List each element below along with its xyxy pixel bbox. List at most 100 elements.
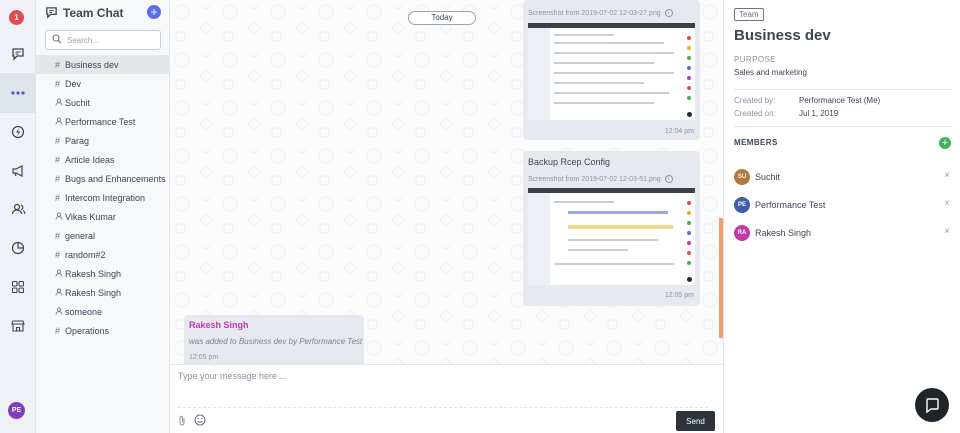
support-chat-button[interactable]: [915, 388, 949, 422]
sidebar-item-channel[interactable]: # Parag: [36, 131, 170, 150]
hash-icon: #: [55, 192, 61, 203]
people-icon[interactable]: [0, 195, 36, 223]
screenshot-thumbnail[interactable]: [528, 23, 695, 120]
sidebar-item-label: Rakesh Singh: [65, 268, 122, 279]
member-row[interactable]: PE Performance Test ×: [734, 196, 954, 214]
channel-sidebar: Team Chat + # Business dev # Dev Suchit Perfo…: [36, 0, 170, 433]
sender-name[interactable]: Rakesh Singh: [189, 320, 249, 330]
camera-icon: [686, 276, 693, 283]
add-member-button[interactable]: +: [939, 137, 951, 149]
attachment-icon[interactable]: [178, 415, 186, 428]
sidebar-item-channel[interactable]: Rakesh Singh: [36, 264, 170, 283]
channel-type-tag: Team: [734, 8, 764, 21]
hash-icon: #: [55, 78, 61, 89]
sidebar-item-label: Business dev: [65, 59, 119, 70]
remove-member-icon[interactable]: ×: [944, 170, 950, 181]
sidebar-item-label: Article Ideas: [65, 154, 115, 165]
sidebar-item-label: Vikas Kumar: [65, 211, 116, 222]
sidebar-item-label: Intercom Integration: [65, 192, 146, 203]
sidebar-item-channel[interactable]: # Article Ideas: [36, 150, 170, 169]
purpose-label: PURPOSE: [734, 55, 776, 64]
hash-icon: #: [55, 154, 61, 165]
chat-bubble-icon: [926, 398, 939, 413]
sidebar-item-channel[interactable]: Suchit: [36, 93, 170, 112]
sidebar-item-label: Parag: [65, 135, 90, 146]
sidebar-item-channel[interactable]: # random#2: [36, 245, 170, 264]
member-row[interactable]: SU Suchit ×: [734, 168, 954, 186]
user-icon: [55, 211, 65, 222]
sidebar-item-label: Suchit: [65, 97, 91, 108]
sidebar-item-label: general: [65, 230, 96, 241]
emoji-icon[interactable]: [194, 414, 206, 428]
bolt-icon[interactable]: [0, 118, 36, 146]
created-by-label: Created by:: [734, 96, 776, 105]
info-icon[interactable]: i: [664, 175, 673, 183]
megaphone-icon[interactable]: [0, 157, 36, 185]
member-row[interactable]: RA Rakesh Singh ×: [734, 224, 954, 242]
sidebar-item-channel[interactable]: Performance Test: [36, 112, 170, 131]
system-message: Rakesh Singh was added to Business dev b…: [184, 315, 364, 367]
chat-area: Today Screenshot from 2019-07-02 12-03-2…: [170, 0, 723, 433]
sidebar-item-channel[interactable]: Rakesh Singh: [36, 283, 170, 302]
message-time: 12:05 pm: [664, 292, 694, 299]
channel-list: # Business dev # Dev Suchit Performance Test #…: [36, 55, 170, 340]
sidebar-item-label: random#2: [65, 249, 106, 260]
sidebar-item-label: Dev: [65, 78, 82, 89]
chat-icon[interactable]: [0, 40, 36, 68]
sidebar-item-channel[interactable]: # Intercom Integration: [36, 188, 170, 207]
created-by-value: Performance Test (Me): [799, 96, 881, 105]
sidebar-item-label: Performance Test: [65, 116, 136, 127]
user-icon: [55, 306, 65, 317]
sidebar-item-channel[interactable]: Vikas Kumar: [36, 207, 170, 226]
member-name: Suchit: [755, 172, 781, 182]
sidebar-item-channel[interactable]: someone: [36, 302, 170, 321]
attachment-caption: Screenshot from 2019-07-02 12-03-51.png i: [528, 175, 673, 183]
user-icon: [55, 287, 65, 298]
message-time: 12:04 pm: [664, 128, 694, 135]
store-icon[interactable]: [0, 312, 36, 340]
remove-member-icon[interactable]: ×: [944, 198, 950, 209]
sidebar-item-label: Operations: [65, 325, 110, 336]
hash-icon: #: [55, 59, 61, 70]
search-input[interactable]: [67, 35, 157, 45]
message-composer: Send: [170, 364, 723, 433]
member-avatar: PE: [734, 197, 750, 213]
message-bubble[interactable]: Screenshot from 2019-07-02 12-03-27.png i…: [523, 0, 700, 140]
user-icon: [55, 97, 65, 108]
send-button[interactable]: Send: [676, 411, 715, 431]
message-time: 12:05 pm: [189, 354, 219, 361]
user-icon: [55, 268, 65, 279]
hash-icon: #: [55, 173, 61, 184]
add-channel-button[interactable]: +: [147, 5, 161, 19]
hash-icon: #: [55, 325, 61, 336]
hash-icon: #: [55, 135, 61, 146]
sidebar-item-channel[interactable]: # general: [36, 226, 170, 245]
sidebar-item-channel[interactable]: # Dev: [36, 74, 170, 93]
message-input[interactable]: [178, 371, 698, 389]
notification-badge[interactable]: 1: [9, 10, 24, 25]
hash-icon: #: [55, 230, 61, 241]
hash-icon: #: [55, 249, 61, 260]
info-icon[interactable]: i: [664, 9, 673, 17]
user-avatar[interactable]: PE: [8, 402, 25, 419]
search-box: [45, 30, 161, 50]
sidebar-item-label: Bugs and Enhancements: [65, 173, 166, 184]
apps-icon[interactable]: [0, 273, 36, 301]
message-bubble[interactable]: Backup Rcep Config Screenshot from 2019-…: [523, 151, 700, 306]
sidebar-item-label: Rakesh Singh: [65, 287, 122, 298]
attachment-caption: Screenshot from 2019-07-02 12-03-27.png i: [528, 9, 673, 17]
channel-details-panel: Team Business dev PURPOSE Sales and mark…: [723, 0, 960, 433]
divider: [734, 126, 952, 127]
remove-member-icon[interactable]: ×: [944, 226, 950, 237]
sidebar-item-channel[interactable]: # Business dev: [36, 55, 170, 74]
sidebar-item-label: someone: [65, 306, 103, 317]
member-avatar: RA: [734, 225, 750, 241]
chart-icon[interactable]: [0, 234, 36, 262]
more-icon[interactable]: [0, 73, 36, 113]
screenshot-thumbnail[interactable]: [528, 188, 695, 285]
system-text: was added to Business dev by Performance…: [189, 337, 363, 346]
sidebar-item-channel[interactable]: # Bugs and Enhancements: [36, 169, 170, 188]
date-divider: Today: [408, 11, 476, 25]
camera-icon: [686, 111, 693, 118]
sidebar-item-channel[interactable]: # Operations: [36, 321, 170, 340]
